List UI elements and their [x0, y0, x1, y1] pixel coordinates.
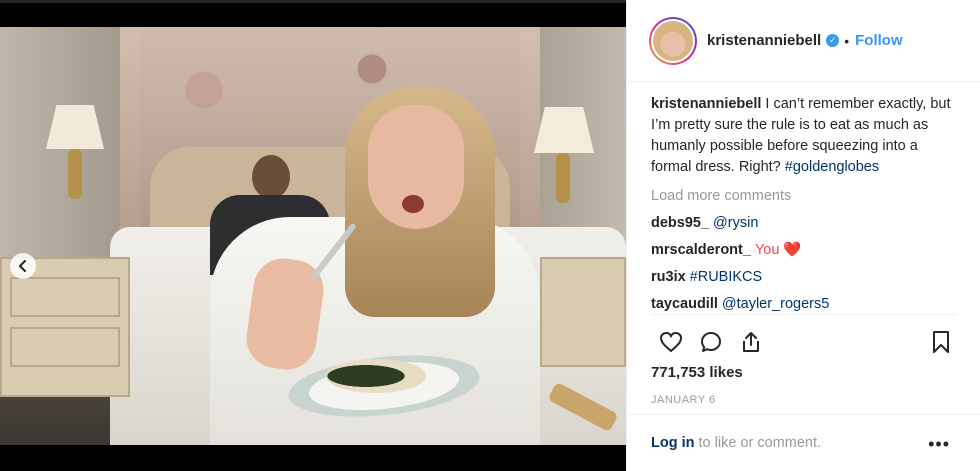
comment-text: You ❤️ — [754, 242, 802, 258]
post-date[interactable]: JANUARY 6 — [651, 394, 716, 406]
divider — [627, 414, 980, 415]
comment-username[interactable]: ru3ix — [651, 269, 686, 285]
share-icon-glyph — [743, 332, 759, 352]
comment-text[interactable]: #RUBIKCS — [690, 269, 763, 285]
separator-dot: • — [844, 32, 850, 49]
comment: taycaudill @tayler_rogers5 — [651, 294, 961, 315]
heart-icon[interactable] — [651, 322, 691, 362]
username-link[interactable]: kristenanniebell — [707, 32, 821, 49]
comment: mrscalderont_ You ❤️ — [651, 240, 961, 261]
avatar[interactable] — [649, 16, 697, 65]
divider — [651, 314, 957, 315]
comment: debs95_ @rysin — [651, 213, 961, 234]
share-icon[interactable] — [731, 322, 771, 362]
action-bar — [651, 322, 961, 362]
comment-text[interactable]: @rysin — [713, 215, 758, 231]
caption-username[interactable]: kristenanniebell — [651, 96, 761, 112]
comment-icon-glyph — [701, 332, 721, 352]
post-header: kristenanniebell ✓ • Follow — [627, 0, 980, 82]
post-sidebar: kristenanniebell ✓ • Follow kristenannie… — [626, 0, 980, 471]
comments-section: kristenanniebell I can’t remember exactly… — [651, 94, 961, 315]
food — [326, 359, 426, 393]
load-more-comments[interactable]: Load more comments — [651, 186, 961, 207]
bookmark-icon[interactable] — [921, 322, 961, 362]
follow-button[interactable]: Follow — [855, 32, 903, 49]
comment-text[interactable]: @tayler_rogers5 — [722, 296, 829, 312]
bookmark-icon-glyph — [933, 331, 949, 353]
likes-count[interactable]: 771,753 likes — [651, 364, 743, 381]
caption: kristenanniebell I can’t remember exactly… — [651, 94, 961, 178]
comment-username[interactable]: debs95_ — [651, 215, 709, 231]
comment-icon[interactable] — [691, 322, 731, 362]
login-text: to like or comment. — [694, 435, 822, 451]
chevron-left-icon-glyph — [19, 260, 26, 272]
chevron-left-icon[interactable] — [10, 253, 36, 279]
more-options-icon[interactable]: ••• — [928, 434, 950, 455]
post-photo[interactable] — [0, 27, 626, 445]
caption-hashtag[interactable]: #goldenglobes — [785, 159, 879, 175]
comment-username[interactable]: mrscalderont_ — [651, 242, 751, 258]
login-link[interactable]: Log in — [651, 435, 695, 451]
comment-username[interactable]: taycaudill — [651, 296, 718, 312]
comment: ru3ix #RUBIKCS — [651, 267, 961, 288]
verified-badge-icon: ✓ — [826, 34, 840, 47]
heart-icon-glyph — [659, 331, 683, 353]
login-prompt: Log in to like or comment. — [651, 435, 821, 451]
